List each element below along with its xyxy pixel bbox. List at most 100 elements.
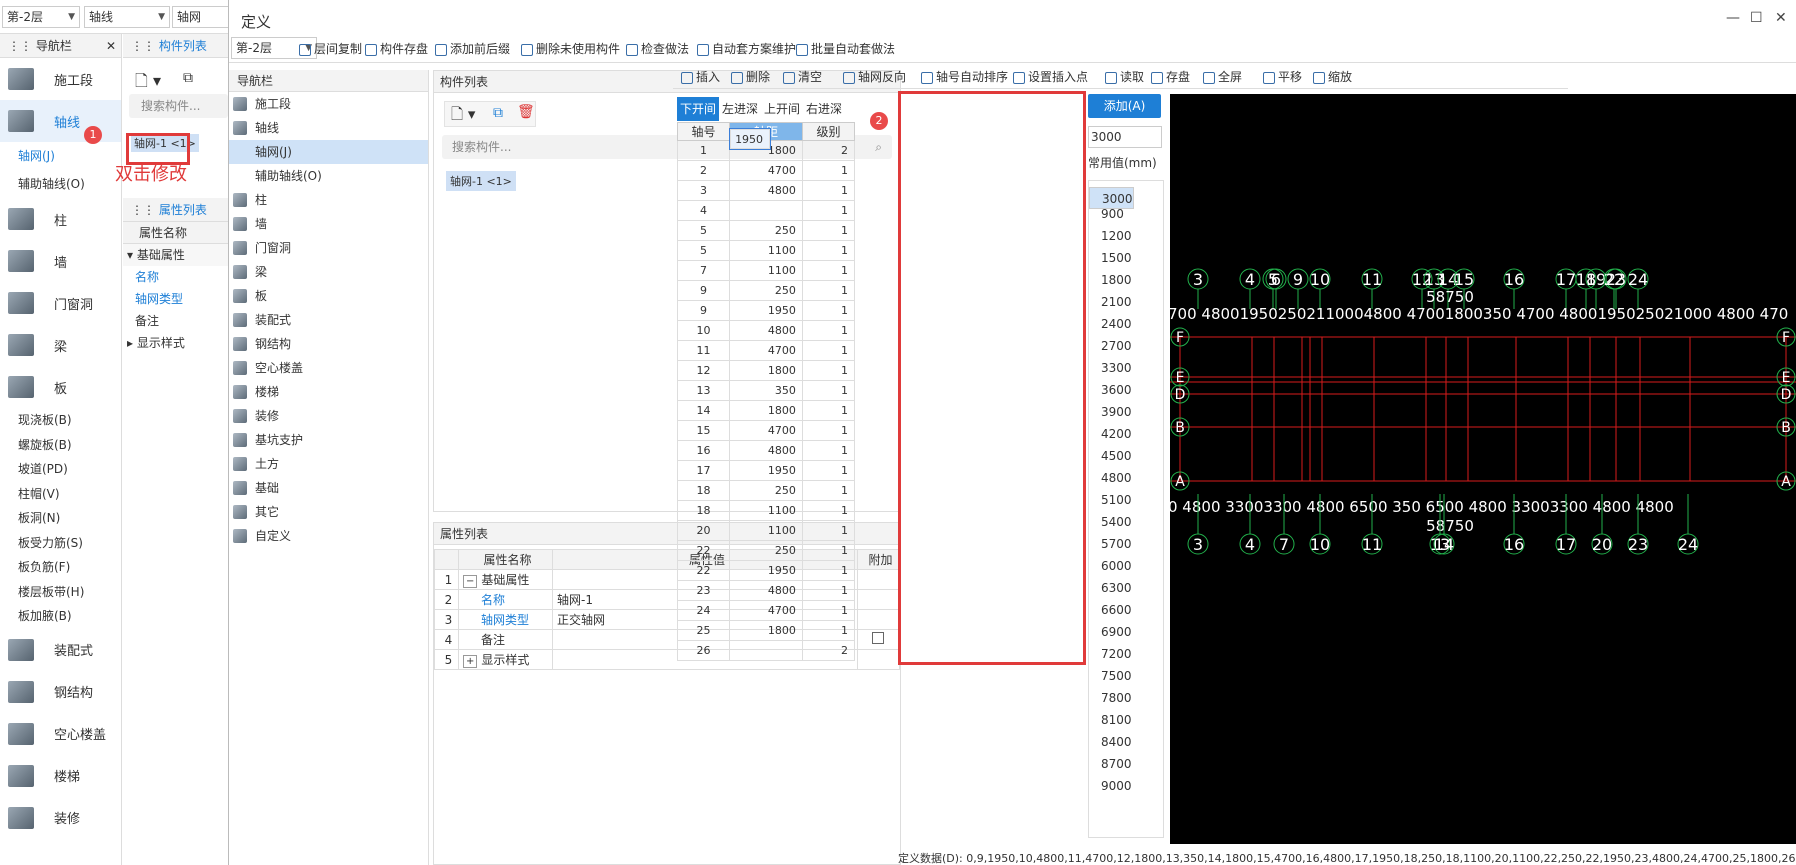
nav-subitem[interactable]: 板受力筋(S) <box>0 531 121 556</box>
axis-row[interactable]: 2 4700 1 <box>676 160 856 181</box>
nav-subitem[interactable]: 楼层板带(H) <box>0 580 121 605</box>
axis-row[interactable]: 24 4700 1 <box>676 600 856 621</box>
common-value-item[interactable]: 7500 <box>1089 665 1163 687</box>
nav-item[interactable]: 板 <box>0 366 121 408</box>
common-value-item[interactable]: 4500 <box>1089 445 1163 467</box>
dialog-nav-subitem[interactable]: 辅助轴线(O) <box>229 164 428 188</box>
dialog-nav-item[interactable]: 土方 <box>229 452 428 476</box>
drag-handle-icon[interactable]: ⋮⋮ <box>131 203 155 217</box>
nav-subitem[interactable]: 板洞(N) <box>0 506 121 531</box>
toolbar-button[interactable]: 删除未使用构件 <box>521 40 620 57</box>
axis-row[interactable]: 25 1800 1 <box>676 620 856 641</box>
common-value-item[interactable]: 8400 <box>1089 731 1163 753</box>
common-value-item[interactable]: 3300 <box>1089 357 1163 379</box>
dialog-nav-item[interactable]: 装配式 <box>229 308 428 332</box>
axis-row[interactable]: 23 4800 1 <box>676 580 856 601</box>
copy-icon[interactable]: ⧉ <box>183 70 193 86</box>
nav-subitem[interactable]: 板负筋(F) <box>0 555 121 580</box>
toolbar-button[interactable]: 批量自动套做法 <box>796 40 895 57</box>
nav-subitem[interactable]: 螺旋板(B) <box>0 433 121 458</box>
common-value-item[interactable]: 3900 <box>1089 401 1163 423</box>
common-value-item[interactable]: 5400 <box>1089 511 1163 533</box>
drag-handle-icon[interactable]: ⋮⋮ <box>8 39 32 53</box>
common-value-item[interactable]: 1500 <box>1089 247 1163 269</box>
axis-row[interactable]: 26 2 <box>676 640 856 661</box>
axis-row[interactable]: 15 4700 1 <box>676 420 856 441</box>
common-value-item[interactable]: 7800 <box>1089 687 1163 709</box>
axis-row[interactable]: 18 1100 1 <box>676 500 856 521</box>
axis-row[interactable]: 18 250 1 <box>676 480 856 501</box>
dialog-nav-item[interactable]: 自定义 <box>229 524 428 548</box>
axis-row[interactable]: 22 250 1 <box>676 540 856 561</box>
common-value-item[interactable]: 9000 <box>1089 775 1163 797</box>
common-value-item[interactable]: 3000 <box>1089 187 1134 209</box>
common-value-item[interactable]: 6000 <box>1089 555 1163 577</box>
common-value-item[interactable]: 5100 <box>1089 489 1163 511</box>
axis-select[interactable]: 轴线 ▼ <box>84 6 170 28</box>
toolbar-button[interactable]: 层间复制 <box>299 40 362 57</box>
dialog-nav-item[interactable]: 墙 <box>229 212 428 236</box>
dialog-nav-item[interactable]: 门窗洞 <box>229 236 428 260</box>
nav-subitem[interactable]: 辅助轴线(O) <box>0 170 121 198</box>
dialog-nav-item[interactable]: 基坑支护 <box>229 428 428 452</box>
minimize-icon[interactable]: — <box>1726 10 1740 26</box>
nav-item[interactable]: 轴线 <box>0 100 121 142</box>
axis-toolbar-button[interactable]: 清空 <box>783 68 822 85</box>
common-value-item[interactable]: 7200 <box>1089 643 1163 665</box>
axis-row[interactable]: 9 250 1 <box>676 280 856 301</box>
axis-select-2[interactable]: 轴网 <box>172 6 228 28</box>
delete-icon[interactable]: 🗑 <box>517 104 535 120</box>
axis-toolbar-button[interactable]: 缩放 <box>1313 68 1352 85</box>
common-value-item[interactable]: 6300 <box>1089 577 1163 599</box>
axis-row[interactable]: 4 1950 1 <box>676 127 856 221</box>
axis-tab[interactable]: 左进深 <box>719 97 761 121</box>
axis-toolbar-button[interactable]: 轴号自动排序 <box>921 68 1008 85</box>
nav-item[interactable]: 柱 <box>0 198 121 240</box>
common-value-item[interactable]: 2700 <box>1089 335 1163 357</box>
axis-row[interactable]: 17 1950 1 <box>676 460 856 481</box>
nav-item[interactable]: 楼梯 <box>0 755 121 797</box>
nav-item[interactable]: 装修 <box>0 797 121 839</box>
axis-toolbar-button[interactable]: 设置插入点 <box>1013 68 1088 85</box>
axis-row[interactable]: 3 4800 1 <box>676 180 856 201</box>
nav-item[interactable]: 墙 <box>0 240 121 282</box>
axis-toolbar-button[interactable]: 删除 <box>731 68 770 85</box>
toolbar-button[interactable]: 自动套方案维护 <box>697 40 796 57</box>
component-item[interactable]: 轴网-1 <1> <box>446 171 516 191</box>
collapse-icon[interactable]: − <box>463 575 478 588</box>
prop-group[interactable]: ▾ 基础属性 <box>123 244 228 266</box>
axis-row[interactable]: 13 350 1 <box>676 380 856 401</box>
axis-tab[interactable]: 上开间 <box>761 97 803 121</box>
prop-display-style[interactable]: ▸ 显示样式 <box>123 332 228 354</box>
axis-row[interactable]: 14 1800 1 <box>676 400 856 421</box>
toolbar-button[interactable]: 添加前后缀 <box>435 40 510 57</box>
close-icon[interactable]: ✕ <box>106 34 116 58</box>
expand-icon[interactable]: + <box>463 655 478 668</box>
dialog-nav-item[interactable]: 板 <box>229 284 428 308</box>
add-button[interactable]: 添加(A) <box>1088 94 1161 118</box>
nav-item[interactable]: 钢结构 <box>0 671 121 713</box>
dialog-nav-item[interactable]: 梁 <box>229 260 428 284</box>
dialog-nav-item[interactable]: 轴线 <box>229 116 428 140</box>
axis-row[interactable]: 12 1800 1 <box>676 360 856 381</box>
dialog-nav-item[interactable]: 柱 <box>229 188 428 212</box>
common-value-item[interactable]: 8100 <box>1089 709 1163 731</box>
dialog-nav-item[interactable]: 空心楼盖 <box>229 356 428 380</box>
copy-icon[interactable]: ⧉ <box>493 105 503 121</box>
common-value-item[interactable]: 4200 <box>1089 423 1163 445</box>
nav-item[interactable]: 门窗洞 <box>0 282 121 324</box>
axis-row[interactable]: 5 1100 1 <box>676 240 856 261</box>
toolbar-button[interactable]: 检查做法 <box>626 40 689 57</box>
nav-subitem[interactable]: 坡道(PD) <box>0 457 121 482</box>
common-value-item[interactable]: 2400 <box>1089 313 1163 335</box>
close-icon[interactable]: ✕ <box>1775 10 1787 26</box>
axis-toolbar-button[interactable]: 轴网反向 <box>843 68 906 85</box>
nav-item[interactable]: 施工段 <box>0 58 121 100</box>
collapse-icon[interactable]: ▾ <box>127 248 137 262</box>
dialog-nav-item[interactable]: 装修 <box>229 404 428 428</box>
nav-item[interactable]: 装配式 <box>0 629 121 671</box>
nav-subitem[interactable]: 现浇板(B) <box>0 408 121 433</box>
common-value-item[interactable]: 6900 <box>1089 621 1163 643</box>
axis-tab[interactable]: 右进深 <box>803 97 845 121</box>
toolbar-button[interactable]: 构件存盘 <box>365 40 428 57</box>
